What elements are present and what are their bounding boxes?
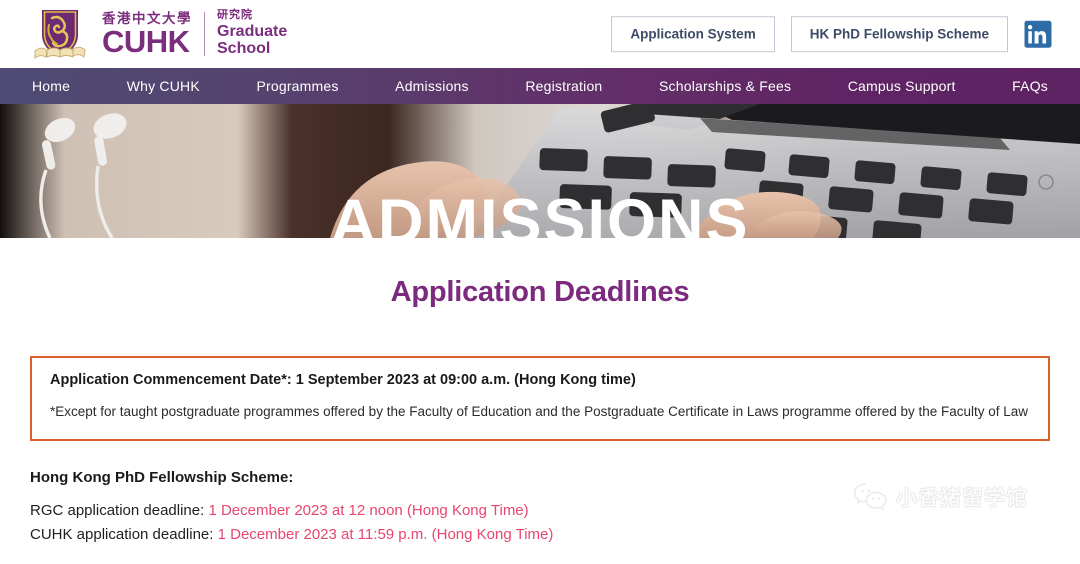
application-commencement-notice: Application Commencement Date*: 1 Septem… — [30, 356, 1050, 441]
nav-item-programmes[interactable]: Programmes — [250, 78, 344, 94]
nav-item-scholarships-fees[interactable]: Scholarships & Fees — [653, 78, 797, 94]
nav-item-registration[interactable]: Registration — [519, 78, 608, 94]
cuhk-graduate-school-logo[interactable]: 香港中文大學 CUHK 研究院 Graduate School — [32, 5, 287, 63]
nav-item-faqs[interactable]: FAQs — [1006, 78, 1054, 94]
logo-unit-english-line2: School — [217, 40, 271, 58]
notice-heading: Application Commencement Date*: 1 Septem… — [50, 372, 636, 388]
hero-title: ADMISSIONS — [330, 187, 750, 239]
cuhk-deadline-value: 1 December 2023 at 11:59 p.m. (Hong Kong… — [217, 526, 554, 544]
logo-english-name: CUHK — [102, 24, 190, 60]
hero-banner: ADMISSIONS — [0, 104, 1080, 238]
linkedin-icon[interactable] — [1024, 20, 1052, 48]
notice-body: *Except for taught postgraduate programm… — [50, 404, 1029, 419]
nav-item-why-cuhk[interactable]: Why CUHK — [121, 78, 206, 94]
rgc-deadline-label: RGC application deadline: — [30, 501, 209, 519]
site-header: 香港中文大學 CUHK 研究院 Graduate School Applicat… — [0, 0, 1080, 68]
nav-item-admissions[interactable]: Admissions — [389, 78, 475, 94]
rgc-deadline-value: 1 December 2023 at 12 noon (Hong Kong Ti… — [208, 501, 529, 519]
logo-unit-chinese: 研究院 — [217, 9, 253, 22]
main-navigation: Home Why CUHK Programmes Admissions Regi… — [0, 68, 1080, 104]
logo-chinese-name: 香港中文大學 — [102, 10, 192, 26]
logo-unit-english-line1: Graduate — [217, 23, 288, 41]
fellowship-section: Hong Kong PhD Fellowship Scheme: RGC app… — [30, 469, 1050, 548]
cuhk-deadline-label: CUHK application deadline: — [30, 526, 218, 544]
application-system-button[interactable]: Application System — [611, 16, 775, 52]
cuhk-crest-icon — [34, 10, 86, 59]
rgc-deadline-row: RGC application deadline: 1 December 202… — [30, 499, 1050, 523]
nav-item-home[interactable]: Home — [26, 78, 76, 94]
hk-phd-fellowship-scheme-button[interactable]: HK PhD Fellowship Scheme — [790, 16, 1008, 52]
cuhk-deadline-row: CUHK application deadline: 1 December 20… — [30, 523, 1050, 547]
page-title: Application Deadlines — [390, 276, 690, 308]
fellowship-heading: Hong Kong PhD Fellowship Scheme: — [30, 468, 294, 486]
main-content: Application Deadlines Application Commen… — [0, 276, 1080, 548]
logo-divider — [204, 12, 205, 56]
nav-item-campus-support[interactable]: Campus Support — [842, 78, 962, 94]
header-actions: Application System HK PhD Fellowship Sch… — [611, 16, 1052, 52]
